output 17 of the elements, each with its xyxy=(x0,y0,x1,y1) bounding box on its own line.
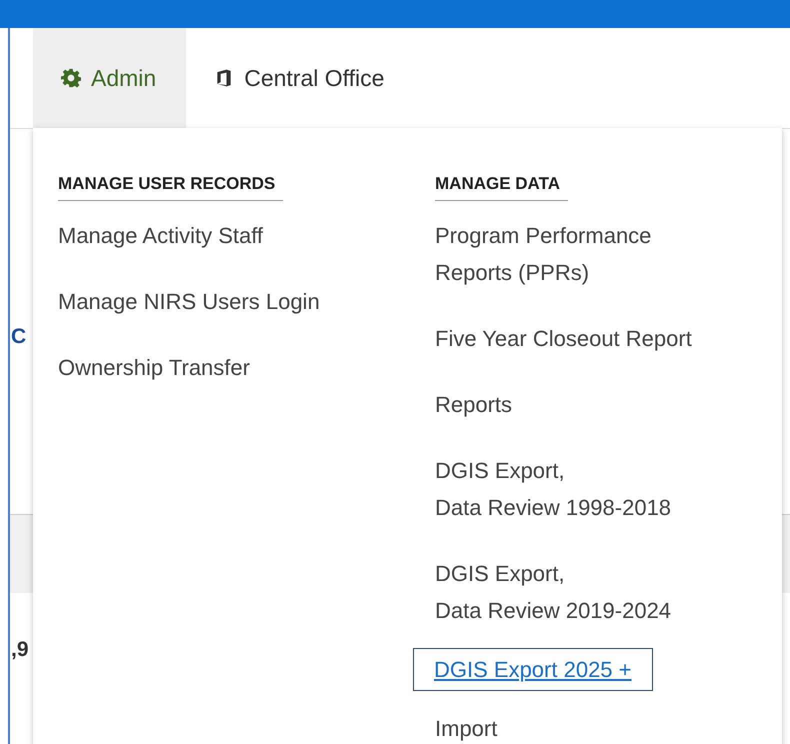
section-heading: MANAGE DATA xyxy=(435,174,568,201)
menu-item[interactable]: Five Year Closeout Report xyxy=(435,320,692,357)
menu-item[interactable]: DGIS Export, Data Review 1998-2018 xyxy=(435,452,672,526)
menu-item[interactable]: Manage NIRS Users Login xyxy=(58,283,320,320)
gear-icon xyxy=(61,68,81,88)
table-text: C xyxy=(11,325,26,349)
menu-item[interactable]: Manage Activity Staff xyxy=(58,217,264,254)
menu-item[interactable]: Import xyxy=(435,710,498,744)
menu-item[interactable]: DGIS Export 2025 + xyxy=(413,648,652,691)
menu-item[interactable]: Reports xyxy=(435,386,512,423)
nav-tab[interactable]: Admin xyxy=(33,28,186,128)
menu-item[interactable]: DGIS Export, Data Review 2019-2024 xyxy=(435,555,672,629)
menu-item[interactable]: Ownership Transfer xyxy=(58,349,250,386)
section-heading: MANAGE USER RECORDS xyxy=(58,174,284,201)
nav-tab[interactable]: Central Office xyxy=(186,28,414,128)
table-text: ,9 xyxy=(11,638,29,662)
menu-item[interactable]: Program Performance Reports (PPRs) xyxy=(435,217,652,291)
